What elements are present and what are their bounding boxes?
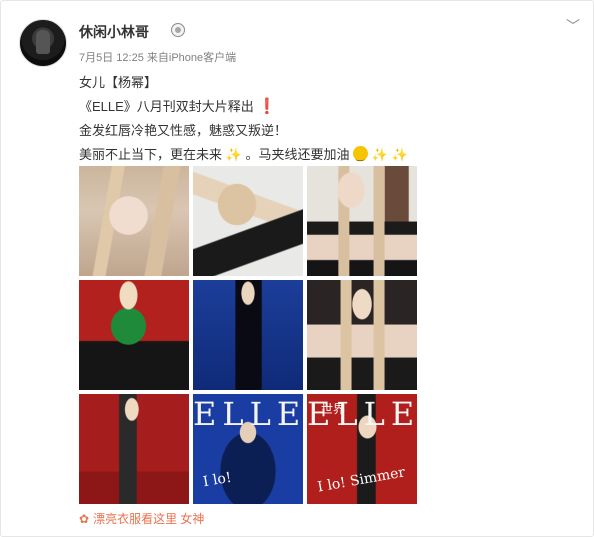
cover-text: I lo! Simmer [316,464,407,496]
photo-thumbnail[interactable] [307,280,417,390]
post-line-2-text: 《ELLE》八月刊双封大片释出 [79,99,254,114]
magazine-logo: ELLE [193,395,303,433]
photo-thumbnail[interactable] [193,280,303,390]
weibo-post-card: 休闲小林哥 7月5日 12:25 来自iPhone客户端 ﹀ 女儿【杨幂】 《E… [0,0,594,537]
post-line-2: 《ELLE》八月刊双封大片释出 ❗ [79,95,579,119]
chevron-down-icon[interactable]: ﹀ [564,17,582,35]
source: 来自iPhone客户端 [146,52,237,64]
post-line-1: 女儿【杨幂】 [79,75,158,90]
photo-thumbnail[interactable] [79,166,189,276]
post-meta: 7月5日 12:25 来自iPhone客户端 [79,49,236,65]
photo-thumbnail[interactable] [193,166,303,276]
exclamation-icon: ❗ [257,98,277,115]
sparkle-icon: ✨ [371,147,388,162]
post-text: 女儿【杨幂】 《ELLE》八月刊双封大片释出 ❗ 金发红唇冷艳又性感，魅惑又叛逆… [79,71,579,169]
flower-icon: ✿ [79,512,90,526]
photo-thumbnail[interactable] [79,280,189,390]
verified-badge-icon [171,23,185,37]
photo-grid: ELLE I lo! ELLE 世界 I lo! Simmer [79,166,418,504]
username[interactable]: 休闲小林哥 [79,22,149,42]
post-line-4: 美丽不止当下，更在未来 ✨ 。马夹线还要加油 ✨ ✨ [79,143,579,169]
sparkle-icon: ✨ [225,147,242,162]
post-line-4a: 美丽不止当下，更在未来 [79,147,223,162]
magazine-cover-thumbnail[interactable]: ELLE 世界 I lo! Simmer [307,394,417,504]
cover-top-text: 世界 [321,402,346,416]
magazine-cover-thumbnail[interactable]: ELLE I lo! [193,394,303,504]
sparkle-icon: ✨ [391,147,408,162]
topic-link[interactable]: ✿ 漂亮衣服看这里 女神 [79,510,204,527]
photo-thumbnail[interactable] [307,166,417,276]
smile-emoji-icon [353,145,369,169]
topic-link-text[interactable]: 漂亮衣服看这里 女神 [93,512,204,526]
avatar[interactable] [19,19,67,67]
timestamp[interactable]: 7月5日 12:25 [79,52,144,64]
post-line-4b: 。马夹线还要加油 [245,147,350,162]
post-line-3: 金发红唇冷艳又性感，魅惑又叛逆！ [79,123,288,138]
cover-text: I lo! [201,469,233,491]
photo-thumbnail[interactable] [79,394,189,504]
